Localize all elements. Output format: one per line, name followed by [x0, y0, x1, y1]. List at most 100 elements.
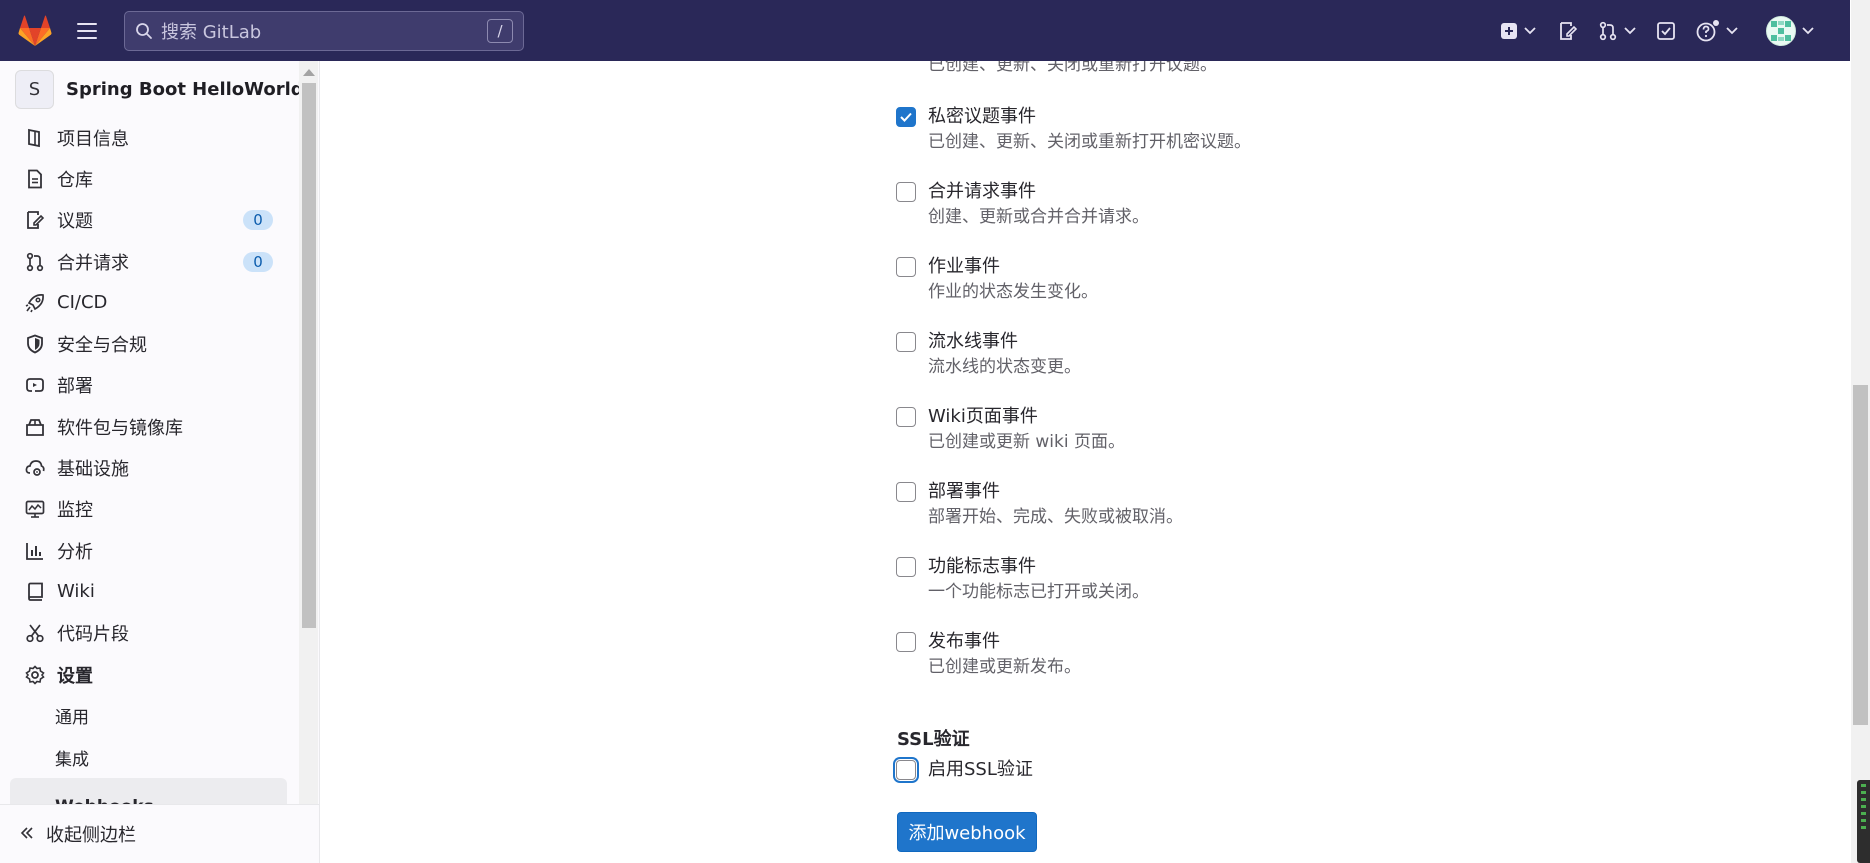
sidebar-item-deploy[interactable]: 部署: [0, 365, 319, 406]
count-badge: 0: [243, 210, 273, 231]
sidebar-item-infrastructure[interactable]: 基础设施: [0, 447, 319, 488]
event-description: 流水线的状态变更。: [928, 357, 1081, 377]
project-header[interactable]: S Spring Boot HelloWorld: [0, 61, 319, 117]
sidebar-subitem-integrations[interactable]: 集成: [0, 736, 319, 777]
event-description: 部署开始、完成、失败或被取消。: [928, 507, 1183, 527]
gitlab-logo-icon[interactable]: [17, 13, 53, 49]
collapse-sidebar-button[interactable]: 收起侧边栏: [0, 804, 319, 863]
sidebar-item-label: 部署: [57, 376, 93, 398]
event-merge-requests: 合并请求事件 创建、更新或合并合并请求。: [896, 177, 1596, 237]
event-feature-flags: 功能标志事件 一个功能标志已打开或关闭。: [896, 552, 1596, 612]
event-releases: 发布事件 已创建或更新发布。: [896, 627, 1596, 687]
event-description: 一个功能标志已打开或关闭。: [928, 582, 1149, 602]
sidebar-item-monitor[interactable]: 监控: [0, 489, 319, 530]
event-title: 功能标志事件: [928, 556, 1036, 577]
project-avatar: S: [15, 69, 54, 109]
rocket-icon: [24, 292, 46, 314]
count-badge: 0: [243, 251, 273, 272]
chart-icon: [24, 540, 46, 562]
sidebar-item-label: Wiki: [57, 581, 95, 603]
main-content: 已创建、更新、关闭或重新打开议题。 私密议题事件 已创建、更新、关闭或重新打开机…: [320, 61, 1850, 863]
checkbox-checked[interactable]: [896, 107, 916, 127]
merge-requests-shortcut-button[interactable]: [1588, 11, 1646, 51]
todo-check-icon: [1657, 21, 1675, 40]
sidebar-item-wiki[interactable]: Wiki: [0, 571, 319, 612]
page-scrollbar-thumb[interactable]: [1853, 385, 1868, 725]
checkbox[interactable]: [896, 257, 916, 277]
sidebar-item-label: 合并请求: [57, 252, 129, 274]
checkbox[interactable]: [896, 182, 916, 202]
checkbox[interactable]: [896, 482, 916, 502]
search-input[interactable]: 搜索 GitLab /: [124, 11, 524, 51]
sidebar-item-repository[interactable]: 仓库: [0, 158, 319, 199]
issues-shortcut-button[interactable]: [1548, 11, 1588, 51]
sidebar-item-issues[interactable]: 议题 0: [0, 200, 319, 241]
sidebar-item-label: 设置: [57, 665, 93, 687]
sidebar-item-label: CI/CD: [57, 292, 108, 314]
help-button[interactable]: [1686, 11, 1748, 51]
checkbox[interactable]: [896, 407, 916, 427]
event-description: 已创建或更新发布。: [928, 657, 1081, 677]
todos-button[interactable]: [1646, 11, 1686, 51]
cloud-gear-icon: [24, 457, 46, 479]
event-wiki-pages: Wiki页面事件 已创建或更新 wiki 页面。: [896, 402, 1596, 462]
sidebar-item-snippets[interactable]: 代码片段: [0, 613, 319, 654]
scroll-up-arrow-icon[interactable]: [303, 69, 315, 76]
sidebar-item-label: 代码片段: [57, 624, 129, 646]
event-title: 发布事件: [928, 631, 1000, 652]
sidebar-item-project-info[interactable]: 项目信息: [0, 117, 319, 158]
sidebar-item-settings[interactable]: 设置: [0, 654, 319, 695]
event-title: 作业事件: [928, 256, 1000, 277]
checkbox[interactable]: [896, 632, 916, 652]
avatar: [1766, 15, 1796, 46]
book-icon: [24, 581, 46, 603]
sidebar-item-ci-cd[interactable]: CI/CD: [0, 282, 319, 323]
sidebar-scrollbar-thumb[interactable]: [302, 83, 316, 628]
chevron-down-icon: [1802, 26, 1814, 35]
checkbox[interactable]: [896, 557, 916, 577]
repository-icon: [24, 168, 46, 190]
event-title: 流水线事件: [928, 331, 1018, 352]
sidebar-item-analytics[interactable]: 分析: [0, 530, 319, 571]
sidebar-subitem-label: 集成: [55, 749, 89, 770]
top-bar: 搜索 GitLab /: [0, 0, 1850, 61]
sidebar-item-packages[interactable]: 软件包与镜像库: [0, 406, 319, 447]
chevron-down-icon: [1624, 26, 1636, 35]
sidebar-item-label: 监控: [57, 500, 93, 522]
top-actions: [1490, 0, 1850, 61]
sidebar-item-label: 议题: [57, 211, 93, 233]
sidebar-subitem-general[interactable]: 通用: [0, 695, 319, 736]
event-jobs: 作业事件 作业的状态发生变化。: [896, 252, 1596, 312]
double-chevron-left-icon: [20, 824, 34, 845]
create-new-button[interactable]: [1490, 11, 1546, 51]
checkbox[interactable]: [896, 332, 916, 352]
scissors-icon: [24, 622, 46, 644]
merge-request-icon: [1599, 21, 1617, 40]
sidebar: S Spring Boot HelloWorld 项目信息 仓库 议题 0 合并…: [0, 61, 320, 863]
event-title: 部署事件: [928, 481, 1000, 502]
collapse-sidebar-label: 收起侧边栏: [46, 825, 136, 846]
event-confidential-issues: 私密议题事件 已创建、更新、关闭或重新打开机密议题。: [896, 102, 1596, 162]
sidebar-item-label: 基础设施: [57, 459, 129, 481]
event-description: 作业的状态发生变化。: [928, 282, 1098, 302]
help-icon: [1696, 19, 1719, 41]
event-pipelines: 流水线事件 流水线的状态变更。: [896, 327, 1596, 387]
ssl-verification-heading: SSL验证: [897, 729, 970, 750]
sidebar-item-merge-requests[interactable]: 合并请求 0: [0, 241, 319, 282]
menu-icon[interactable]: [70, 14, 104, 48]
merge-request-icon: [24, 251, 46, 273]
plus-square-icon: [1501, 22, 1517, 39]
add-webhook-button[interactable]: 添加webhook: [897, 812, 1037, 852]
search-icon: [136, 23, 152, 39]
sidebar-item-label: 软件包与镜像库: [57, 417, 183, 439]
chevron-down-icon: [1524, 26, 1536, 35]
sidebar-item-security[interactable]: 安全与合规: [0, 323, 319, 364]
user-menu-button[interactable]: [1756, 11, 1824, 51]
event-description: 创建、更新或合并合并请求。: [928, 207, 1149, 227]
event-deployments: 部署事件 部署开始、完成、失败或被取消。: [896, 477, 1596, 537]
ssl-checkbox[interactable]: [896, 760, 916, 780]
sidebar-subitem-label: 通用: [55, 708, 89, 729]
package-icon: [24, 416, 46, 438]
chevron-down-icon: [1726, 26, 1738, 35]
project-info-icon: [24, 127, 46, 149]
